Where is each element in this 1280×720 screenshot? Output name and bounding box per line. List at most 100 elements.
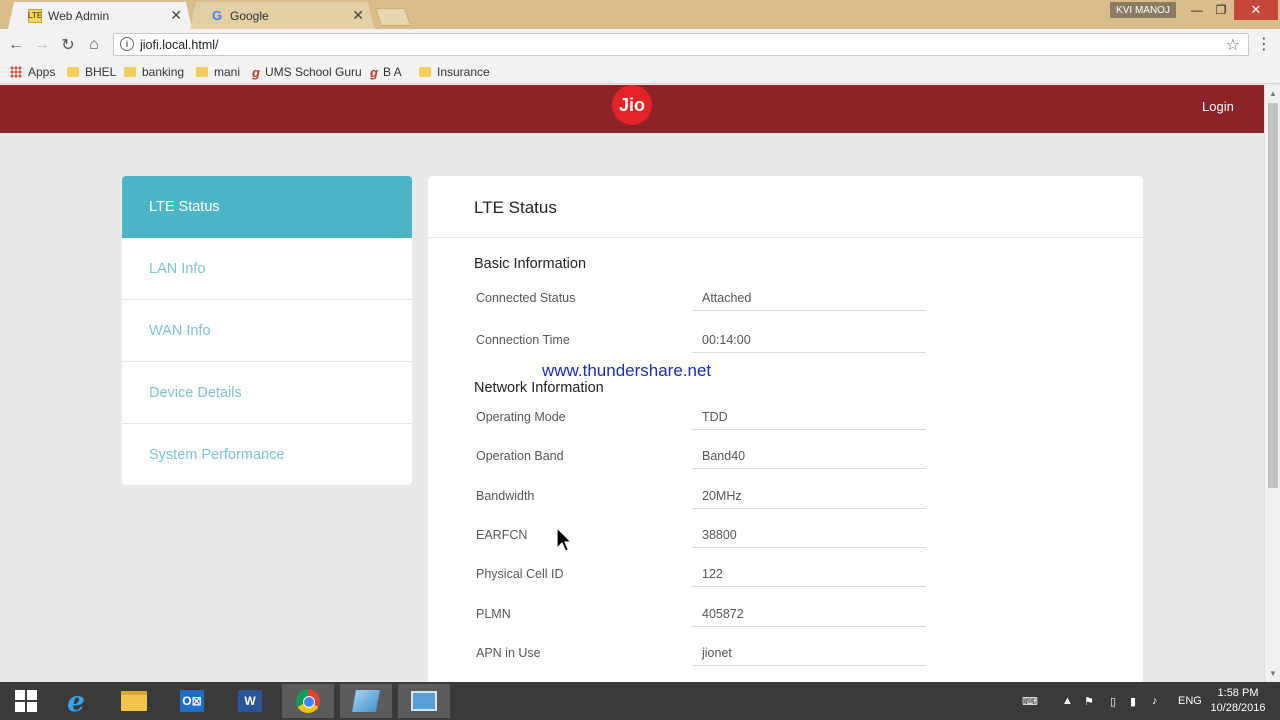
sidebar-item-lte-status[interactable]: LTE Status bbox=[122, 176, 412, 238]
tab-google[interactable]: G Google ✕ bbox=[190, 2, 374, 29]
windows-logo-icon bbox=[15, 690, 37, 712]
app-window-icon[interactable] bbox=[398, 684, 450, 718]
page-scrollbar[interactable]: ▲ ▼ bbox=[1264, 85, 1280, 682]
browser-title-bar: LTE Web Admin ✕ G Google ✕ KVI MANOJ — ❐… bbox=[0, 0, 1280, 29]
back-arrow-icon[interactable]: ← bbox=[6, 35, 26, 55]
bookmark-b-a[interactable]: g B A bbox=[370, 63, 402, 81]
site-header: Jio Login bbox=[0, 85, 1264, 133]
tray-expand-icon[interactable]: ▲ bbox=[1062, 682, 1073, 720]
bookmark-label: Apps bbox=[28, 65, 56, 79]
field-label: Connection Time bbox=[476, 333, 570, 347]
profile-chip[interactable]: KVI MANOJ bbox=[1110, 2, 1176, 18]
field-value: 405872 bbox=[692, 607, 926, 627]
outlook-icon[interactable]: O⊠ bbox=[166, 684, 218, 718]
bookmark-label: B A bbox=[382, 65, 402, 79]
field-value: Band40 bbox=[692, 449, 926, 469]
bookmark-apps[interactable]: Apps bbox=[10, 63, 55, 81]
bookmark-label: UMS School Guru bbox=[264, 65, 362, 79]
apps-grid-icon bbox=[10, 66, 22, 78]
field-value: TDD bbox=[692, 410, 926, 430]
app-window-icon[interactable] bbox=[340, 684, 392, 718]
sidebar-item-system-performance[interactable]: System Performance bbox=[122, 424, 412, 485]
bookmark-label: banking bbox=[142, 65, 185, 79]
window-close-icon[interactable]: ✕ bbox=[1234, 0, 1278, 20]
windows-taskbar: e O⊠ W ⌨ ▲ ⚑ ▯ ▮ ♪ ENG 1:58 PM 10/28/201… bbox=[0, 682, 1280, 720]
network-icon[interactable]: ▮ bbox=[1130, 682, 1136, 720]
folder-icon bbox=[124, 67, 136, 77]
bookmark-label: Insurance bbox=[437, 65, 490, 79]
scroll-thumb[interactable] bbox=[1268, 103, 1278, 488]
field-value: 20MHz bbox=[692, 489, 926, 509]
bookmarks-bar: Apps BHEL banking mani g UMS School Guru… bbox=[0, 60, 1280, 84]
keyboard-icon[interactable]: ⌨ bbox=[1022, 682, 1038, 720]
page-viewport: Jio Login LTE Status LAN Info WAN Info D… bbox=[0, 85, 1264, 682]
divider bbox=[428, 237, 1143, 238]
scroll-up-icon[interactable]: ▲ bbox=[1269, 89, 1277, 98]
field-label: PLMN bbox=[476, 607, 511, 621]
site-info-icon[interactable]: i bbox=[120, 37, 134, 51]
address-bar[interactable]: i jiofi.local.html/ ☆ bbox=[113, 33, 1249, 56]
field-label: Operation Band bbox=[476, 449, 564, 463]
bookmark-insurance[interactable]: Insurance bbox=[419, 63, 490, 81]
bookmark-mani[interactable]: mani bbox=[196, 63, 240, 81]
new-tab-button[interactable] bbox=[374, 8, 412, 26]
file-explorer-icon[interactable] bbox=[108, 684, 160, 718]
volume-icon[interactable]: ♪ bbox=[1152, 682, 1158, 720]
sidebar-item-lan-info[interactable]: LAN Info bbox=[122, 238, 412, 300]
jio-logo[interactable]: Jio bbox=[612, 85, 652, 125]
internet-explorer-icon[interactable]: e bbox=[50, 684, 102, 718]
tab-label: Google bbox=[230, 8, 269, 23]
battery-icon[interactable]: ▯ bbox=[1110, 682, 1116, 720]
field-value: 00:14:00 bbox=[692, 333, 926, 353]
url-text[interactable]: jiofi.local.html/ bbox=[140, 38, 219, 52]
clock-time: 1:58 PM bbox=[1217, 687, 1259, 699]
tab-web-admin[interactable]: LTE Web Admin ✕ bbox=[8, 2, 192, 29]
folder-icon bbox=[196, 67, 208, 77]
reload-icon[interactable]: ↻ bbox=[58, 35, 78, 55]
login-link[interactable]: Login bbox=[1202, 99, 1234, 114]
field-label: APN in Use bbox=[476, 646, 541, 660]
bookmark-bhel[interactable]: BHEL bbox=[67, 63, 116, 81]
sidebar-nav: LTE Status LAN Info WAN Info Device Deta… bbox=[122, 176, 412, 485]
field-label: Physical Cell ID bbox=[476, 567, 564, 581]
forward-arrow-icon[interactable]: → bbox=[32, 35, 52, 55]
field-value: Attached bbox=[692, 291, 926, 311]
section-heading-basic: Basic Information bbox=[474, 256, 587, 272]
field-label: EARFCN bbox=[476, 528, 528, 542]
minimize-icon[interactable]: — bbox=[1186, 0, 1208, 20]
tab-close-icon[interactable]: ✕ bbox=[170, 7, 182, 24]
system-clock[interactable]: 1:58 PM 10/28/2016 bbox=[1208, 686, 1268, 716]
tab-close-icon[interactable]: ✕ bbox=[352, 7, 364, 24]
chrome-icon[interactable] bbox=[282, 684, 334, 718]
menu-kebab-icon[interactable]: ⋮ bbox=[1256, 34, 1272, 54]
bookmark-label: mani bbox=[214, 65, 241, 79]
scroll-down-icon[interactable]: ▼ bbox=[1269, 669, 1277, 678]
google-favicon-icon: G bbox=[211, 8, 223, 23]
watermark-text: www.thundershare.net bbox=[542, 361, 712, 380]
bookmark-banking[interactable]: banking bbox=[124, 63, 184, 81]
tab-label: Web Admin bbox=[48, 8, 110, 23]
start-button[interactable] bbox=[0, 684, 52, 718]
folder-icon bbox=[419, 67, 431, 77]
flag-icon[interactable]: ⚑ bbox=[1084, 682, 1094, 720]
clock-date: 10/28/2016 bbox=[1210, 702, 1266, 714]
language-indicator[interactable]: ENG bbox=[1178, 682, 1202, 720]
sidebar-item-device-details[interactable]: Device Details bbox=[122, 362, 412, 424]
field-value: 38800 bbox=[692, 528, 926, 548]
ums-logo-icon: g bbox=[370, 64, 378, 80]
restore-icon[interactable]: ❐ bbox=[1210, 0, 1232, 20]
word-icon[interactable]: W bbox=[224, 684, 276, 718]
folder-icon bbox=[67, 67, 79, 77]
bookmark-star-icon[interactable]: ☆ bbox=[1226, 35, 1240, 55]
field-label: Connected Status bbox=[476, 291, 576, 305]
lte-status-panel: LTE Status Basic Information Connected S… bbox=[428, 176, 1143, 682]
jio-favicon-icon: LTE bbox=[28, 9, 42, 23]
sidebar-item-wan-info[interactable]: WAN Info bbox=[122, 300, 412, 362]
panel-title: LTE Status bbox=[474, 198, 557, 217]
field-value: 122 bbox=[692, 567, 926, 587]
field-value: jionet bbox=[692, 646, 926, 666]
section-heading-network: Network Information bbox=[474, 380, 604, 396]
home-icon[interactable]: ⌂ bbox=[84, 35, 104, 55]
bookmark-ums-school-guru[interactable]: g UMS School Guru bbox=[252, 63, 362, 81]
field-label: Operating Mode bbox=[476, 410, 566, 424]
